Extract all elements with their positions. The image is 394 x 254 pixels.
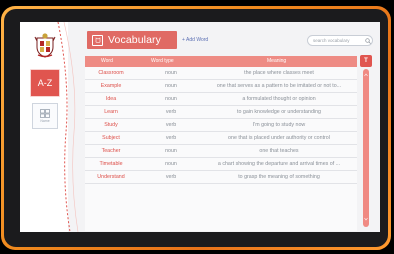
type-cell: noun [165,83,177,89]
type-cell: verb [165,174,177,180]
alphabet-scrollbar[interactable] [363,69,369,227]
meaning-cell: a chart showing the departure and arriva… [217,161,341,167]
type-cell: verb [165,122,177,128]
column-header-word[interactable]: Word [101,58,113,64]
column-header-meaning[interactable]: Meaning [267,58,286,64]
table-row[interactable]: Example noun one that serves as a patter… [85,80,357,93]
type-cell: noun [165,70,177,76]
type-cell: verb [165,109,177,115]
meaning-cell: the place where classes meet [244,70,314,76]
chevron-up-icon[interactable] [364,73,368,77]
type-cell: noun [165,148,177,154]
meaning-cell: to gain knowledge or understanding [237,109,321,115]
add-word-link[interactable]: + Add Word [182,37,208,43]
chevron-down-icon[interactable] [364,217,368,221]
table-row[interactable]: Subject verb one that is placed under au… [85,132,357,145]
type-cell: verb [165,135,177,141]
name-nav-button[interactable]: Name [32,103,58,129]
table-row[interactable]: Teacher noun one that teaches [85,145,357,158]
az-label: A-Z [37,78,53,88]
table-row[interactable]: Timetable noun a chart showing the depar… [85,158,357,171]
meaning-cell: one that serves as a pattern to be imita… [216,83,342,89]
word-cell: Teacher [101,148,121,154]
name-nav-label: Name [40,119,50,123]
meaning-cell: I'm going to study now [252,122,306,128]
type-cell: noun [165,96,177,102]
meaning-cell: one that is placed under authority or co… [228,135,330,141]
search-input[interactable] [308,36,365,45]
meaning-cell: a formulated thought or opinion [242,96,316,102]
word-cell: Example [100,83,122,89]
search-box[interactable] [307,35,373,46]
column-header-word-type[interactable]: Word type [151,58,174,64]
meaning-cell: to grasp the meaning of something [238,174,320,180]
app-screen: A-Z Name Vocabulary + Add Word Wo [20,22,380,232]
table-header: Word Word type Meaning [85,56,357,67]
word-cell: Learn [104,109,118,115]
word-cell: Subject [102,135,120,141]
meaning-cell: one that teaches [259,148,299,154]
grid-icon [40,109,50,118]
crest-icon [34,33,56,58]
search-icon[interactable] [365,37,371,44]
word-cell: Idea [105,96,117,102]
vocabulary-table: Classroom noun the place where classes m… [85,67,357,231]
page-title: Vocabulary [87,31,177,49]
book-icon [92,34,103,46]
table-row[interactable]: Learn verb to gain knowledge or understa… [85,106,357,119]
type-cell: noun [165,161,177,167]
table-row[interactable]: Study verb I'm going to study now [85,119,357,132]
word-cell: Classroom [98,70,124,76]
page-title-text: Vocabulary [108,34,161,46]
decorative-curve [57,22,79,232]
table-row[interactable]: Classroom noun the place where classes m… [85,67,357,80]
word-cell: Understand [97,174,125,180]
word-cell: Timetable [99,161,123,167]
text-tool-button[interactable]: T [360,55,372,67]
table-row[interactable]: Understand verb to grasp the meaning of … [85,171,357,184]
word-cell: Study [104,122,118,128]
table-row[interactable]: Idea noun a formulated thought or opinio… [85,93,357,106]
